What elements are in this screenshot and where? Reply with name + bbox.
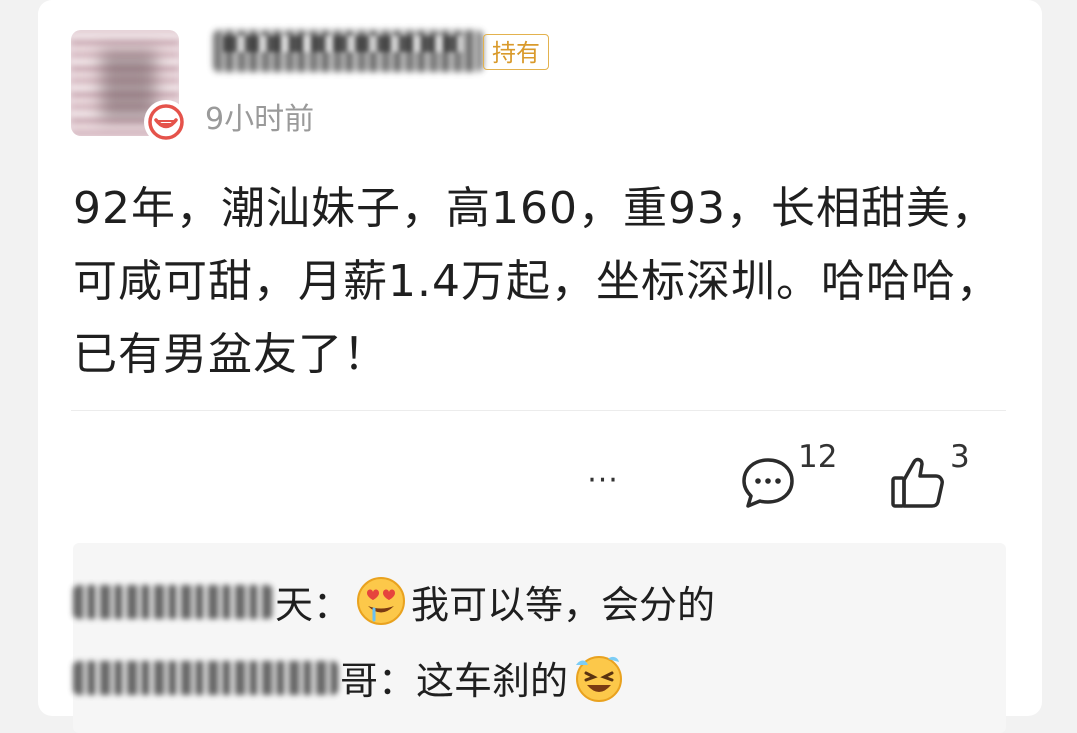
comment-separator: ：	[313, 582, 352, 627]
post-card: 持有 9小时前 92年，潮汕妹子，高160，重93，长相甜美，可咸可甜，月薪1.…	[38, 0, 1042, 733]
comment-text: 这车刹的	[416, 658, 569, 703]
thumbs-up-icon[interactable]	[888, 454, 948, 512]
laughing-crying-emoji-icon	[572, 651, 624, 703]
post-content: 92年，潮汕妹子，高160，重93，长相甜美，可咸可甜，月薪1.4万起，坐标深圳…	[73, 183, 1001, 380]
verified-badge-icon	[144, 100, 188, 144]
username-redacted[interactable]	[213, 24, 483, 76]
more-options-button[interactable]: ···	[578, 456, 628, 506]
post-timestamp: 9小时前	[205, 102, 315, 137]
commenter-name-redacted	[73, 579, 273, 623]
commenter-name-redacted	[73, 655, 338, 699]
holding-badge: 持有	[483, 34, 549, 70]
like-count: 3	[950, 439, 970, 475]
commenter-name-suffix: 哥	[340, 658, 379, 703]
comments-preview[interactable]: 天 ： 我可以等，会分的 哥 ： 这车刹的	[73, 543, 1006, 733]
comment-item[interactable]: 天 ： 我可以等，会分的	[73, 571, 715, 631]
comment-text: 我可以等，会分的	[411, 582, 716, 627]
commenter-name-suffix: 天	[275, 582, 314, 627]
comment-item[interactable]: 哥 ： 这车刹的	[73, 647, 628, 707]
divider	[71, 410, 1006, 411]
comment-separator: ：	[378, 658, 417, 703]
drooling-heart-eyes-emoji-icon	[355, 575, 407, 627]
comment-count: 12	[798, 439, 838, 475]
comment-icon[interactable]	[738, 452, 798, 512]
